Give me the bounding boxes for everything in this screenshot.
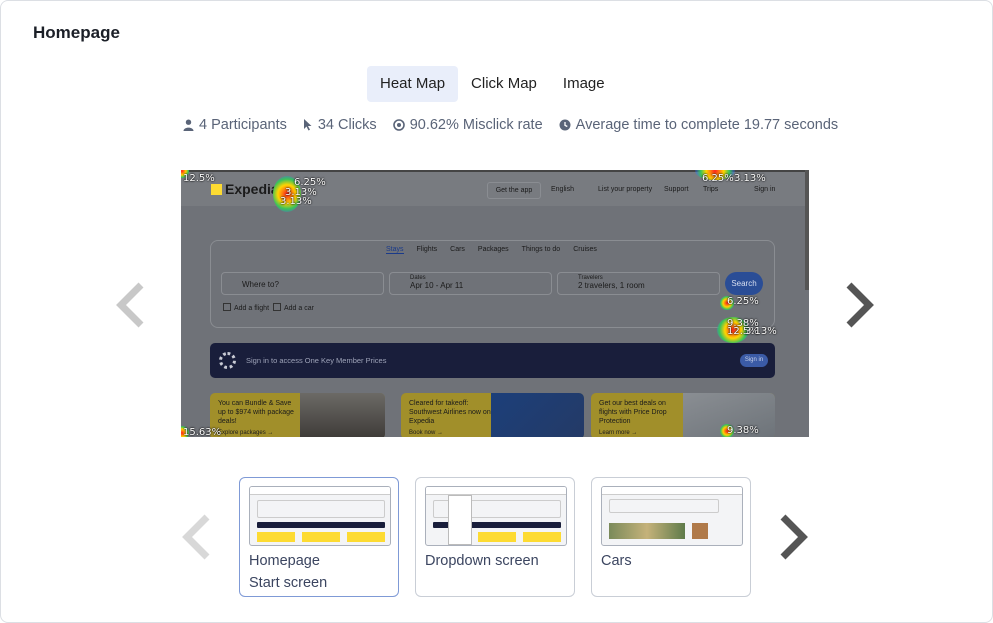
stat-misclick: 90.62% Misclick rate	[392, 117, 543, 133]
add-flight-option: Add a flight	[223, 303, 269, 312]
add-flight-label: Add a flight	[234, 305, 270, 312]
dates-field: Dates Apr 10 - Apr 11	[389, 272, 552, 295]
get-app-button: Get the app	[487, 182, 541, 199]
add-flight-checkbox	[223, 303, 231, 311]
participants-text: 4 Participants	[199, 117, 287, 133]
search-tab-stays: Stays	[386, 246, 404, 254]
brand-text: Expedia	[225, 181, 279, 197]
promo-link-3: Learn more →	[599, 430, 638, 436]
promo-text-1: You can Bundle & Save up to $974 with pa…	[218, 400, 294, 425]
misclick-text: 90.62% Misclick rate	[409, 117, 543, 133]
heatmap-screenshot: Expedia Get the app English List your pr…	[181, 170, 809, 437]
add-car-option: Add a car	[273, 303, 314, 312]
heat-label: 12.5%	[183, 173, 215, 184]
stat-participants: 4 Participants	[183, 117, 287, 133]
screenshot-scrollbar	[805, 170, 809, 290]
search-tab-cars: Cars	[450, 246, 465, 253]
travelers-value: 2 travelers, 1 room	[578, 281, 645, 290]
heat-label: 3.13%	[734, 173, 766, 184]
nav-sign-in: Sign in	[754, 186, 776, 193]
user-icon	[183, 119, 194, 131]
nav-list-property: List your property	[598, 186, 653, 193]
thumbnail-name: Homepage	[249, 553, 320, 569]
nav-trips: Trips	[703, 186, 719, 193]
promo-text-3: Get our best deals on flights with Price…	[599, 400, 667, 425]
thumbs-prev-arrow-icon[interactable]	[177, 512, 217, 562]
one-key-icon	[219, 352, 236, 369]
thumbnail-dropdown-screen[interactable]: Dropdown screen	[415, 477, 575, 597]
search-tab-packages: Packages	[477, 246, 509, 253]
heat-label: 3.13%	[280, 196, 312, 207]
stat-clicks: 34 Clicks	[303, 117, 377, 133]
promo-image-2	[491, 393, 584, 437]
thumbnail-image	[601, 486, 743, 546]
search-panel: Stays Flights Cars Packages Things to do…	[210, 240, 775, 328]
homepage-card: Homepage Heat Map Click Map Image 4 Part…	[0, 0, 993, 623]
next-arrow-icon[interactable]	[839, 280, 879, 330]
thumbnail-cars[interactable]: Cars	[591, 477, 751, 597]
search-button: Search	[725, 272, 763, 295]
thumbnail-subtitle: Start screen	[249, 575, 328, 591]
target-icon	[392, 119, 405, 131]
add-car-label: Add a car	[284, 305, 314, 312]
promo-link-2: Book now →	[409, 430, 444, 436]
tab-heat-map[interactable]: Heat Map	[367, 66, 459, 102]
view-tabs: Heat Map Click Map Image	[367, 66, 618, 102]
screen-thumbnails: Homepage Start screen Dropdown screen Ca…	[239, 477, 767, 597]
prev-arrow-icon[interactable]	[111, 280, 151, 330]
promo-link-1: Explore packages →	[218, 430, 274, 436]
thumbnail-image	[249, 486, 391, 546]
stat-avg-time: Average time to complete 19.77 seconds	[559, 117, 839, 133]
where-field: Where to?	[221, 272, 384, 295]
search-tabs: Stays Flights Cars Packages Things to do…	[386, 246, 597, 254]
member-banner-text: Sign in to access One Key Member Prices	[246, 356, 387, 365]
tab-click-map[interactable]: Click Map	[458, 66, 550, 102]
expedia-logo: Expedia	[211, 181, 279, 197]
promo-card-1: You can Bundle & Save up to $974 with pa…	[210, 393, 385, 437]
search-tab-cruises: Cruises	[573, 246, 597, 253]
search-tab-flights: Flights	[416, 246, 438, 253]
promo-image-1	[300, 393, 385, 437]
travelers-field: Travelers 2 travelers, 1 room	[557, 272, 720, 295]
heat-label: 15.63%	[183, 427, 222, 437]
nav-english: English	[551, 186, 574, 193]
heat-label: 9.38%	[727, 425, 759, 436]
clicks-text: 34 Clicks	[317, 117, 377, 133]
expedia-logo-icon	[211, 184, 222, 195]
page-title: Homepage	[33, 23, 120, 42]
stats-bar: 4 Participants 34 Clicks 90.62% Misclick…	[183, 117, 854, 133]
thumbnail-image	[425, 486, 567, 546]
add-car-checkbox	[273, 303, 281, 311]
nav-support: Support	[664, 186, 689, 193]
tab-image[interactable]: Image	[550, 66, 618, 102]
dates-value: Apr 10 - Apr 11	[410, 281, 464, 290]
where-placeholder: Where to?	[242, 280, 279, 289]
cursor-icon	[303, 119, 312, 131]
promo-text-2: Cleared for takeoff: Southwest Airlines …	[409, 400, 491, 425]
thumbnail-name: Dropdown screen	[425, 553, 539, 569]
clock-icon	[559, 119, 571, 131]
promo-card-2: Cleared for takeoff: Southwest Airlines …	[401, 393, 584, 437]
heat-label: 6.25%	[702, 173, 734, 184]
thumbnail-homepage[interactable]: Homepage Start screen	[239, 477, 399, 597]
heat-label: 6.25%	[727, 296, 759, 307]
avg-time-text: Average time to complete 19.77 seconds	[575, 117, 839, 133]
thumbnail-name: Cars	[601, 553, 632, 569]
heat-label: 3.13%	[745, 326, 777, 337]
thumbs-next-arrow-icon[interactable]	[773, 512, 813, 562]
member-banner: Sign in to access One Key Member Prices …	[210, 343, 775, 378]
member-sign-in-button: Sign in	[740, 354, 768, 367]
search-tab-things: Things to do	[521, 246, 561, 253]
